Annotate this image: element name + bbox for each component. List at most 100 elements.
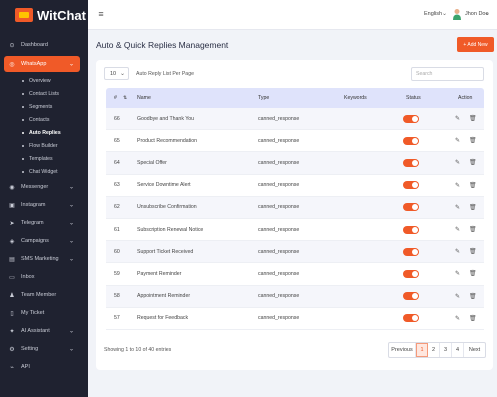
trash-icon[interactable]: 🗑 [469,159,477,166]
sidebar-item-api[interactable]: ⌁ API [0,358,88,376]
sidebar-item-label: Setting [21,346,39,352]
avatar[interactable] [452,8,462,20]
entries-info: Showing 1 to 10 of 40 entries [104,347,172,353]
sort-icon[interactable]: ⇅ [123,95,127,101]
chevron-down-icon: ⌄ [68,346,74,353]
per-page-select[interactable]: 10 ⌄ [104,67,129,80]
brand[interactable]: WitChat [0,0,88,30]
sidebar-subitem-flow-builder[interactable]: Flow Builder [0,139,88,152]
sidebar-subitem-segments[interactable]: Segments [0,100,88,113]
sms-icon: ▤ [9,256,15,263]
sidebar-subitem-overview[interactable]: Overview [0,74,88,87]
sidebar-item-ai-assistant[interactable]: ✦ AI Assistant ⌄ [0,322,88,340]
sidebar-subitem-auto-replies[interactable]: Auto Replies [0,126,88,139]
sidebar-item-my-ticket[interactable]: ▯ My Ticket [0,304,88,322]
trash-icon[interactable]: 🗑 [469,115,477,122]
trash-icon[interactable]: 🗑 [469,226,477,233]
add-new-button[interactable]: + Add New [457,37,494,52]
sidebar-item-team-member[interactable]: ♟ Team Member [0,286,88,304]
header-num[interactable]: # [114,95,117,101]
row-type: canned_response [258,204,300,211]
trash-icon[interactable]: 🗑 [469,315,477,322]
page-button-4[interactable]: 4 [452,343,464,357]
sidebar-item-campaigns[interactable]: ◈ Campaigns ⌄ [0,232,88,250]
prev-page-button[interactable]: Previous [389,343,416,357]
status-toggle[interactable] [403,114,419,123]
menu-toggle-icon[interactable]: ≡ [96,9,106,19]
edit-icon[interactable]: ✎ [455,248,460,255]
witchat-logo-icon [15,8,33,22]
status-toggle[interactable] [403,158,419,167]
edit-icon[interactable]: ✎ [455,226,460,233]
page-button-1[interactable]: 1 [416,343,428,357]
sidebar-item-inbox[interactable]: ▭ Inbox [0,268,88,286]
row-type: canned_response [258,182,300,189]
sidebar-subitem-contact-lists[interactable]: Contact Lists [0,87,88,100]
row-name: Payment Reminder [137,270,182,277]
sidebar-subitem-label: Segments [29,103,53,110]
trash-icon[interactable]: 🗑 [469,248,477,255]
sidebar-subitem-chat-widget[interactable]: Chat Widget [0,165,88,178]
search-input[interactable] [411,67,484,81]
telegram-icon: ➤ [9,220,15,227]
per-page-value: 10 [110,70,117,77]
row-id: 57 [114,315,120,322]
status-toggle[interactable] [403,136,419,145]
sidebar-subitem-label: Auto Replies [29,129,61,136]
sidebar-item-dashboard[interactable]: ⊙ Dashboard [0,36,88,54]
edit-icon[interactable]: ✎ [455,137,460,144]
edit-icon[interactable]: ✎ [455,115,460,122]
sidebar-item-label: Team Member [21,292,57,298]
edit-icon[interactable]: ✎ [455,182,460,189]
header-type[interactable]: Type [258,95,269,101]
trash-icon[interactable]: 🗑 [469,137,477,144]
sidebar-subitem-contacts[interactable]: Contacts [0,113,88,126]
row-id: 66 [114,115,120,122]
edit-icon[interactable]: ✎ [455,293,460,300]
sidebar-item-sms-marketing[interactable]: ▤ SMS Marketing ⌄ [0,250,88,268]
chevron-down-icon[interactable]: ⌄ [485,10,490,17]
edit-icon[interactable]: ✎ [455,270,460,277]
row-name: Goodbye and Thank You [137,115,195,122]
page-button-2[interactable]: 2 [428,343,440,357]
sidebar-item-whatsapp[interactable]: ◎ WhatsApp ⌄ [4,56,80,72]
row-type: canned_response [258,248,300,255]
chevron-down-icon: ⌄ [119,71,125,77]
status-toggle[interactable] [403,292,419,301]
status-toggle[interactable] [403,269,419,278]
chevron-down-icon[interactable]: ⌄ [442,10,447,17]
sidebar-item-instagram[interactable]: ▣ Instagram ⌄ [0,196,88,214]
sidebar: WitChat ⊙ Dashboard ◎ WhatsApp ⌄ Overview Cont… [0,0,88,397]
header-status[interactable]: Status [406,95,421,101]
table-row: 57 Request for Feedback canned_response ✎ 🗑 [106,308,484,330]
trash-icon[interactable]: 🗑 [469,204,477,211]
status-toggle[interactable] [403,247,419,256]
next-page-button[interactable]: Next [464,343,485,357]
header-keywords[interactable]: Keywords [344,95,367,101]
edit-icon[interactable]: ✎ [455,204,460,211]
table-row: 64 Special Offer canned_response ✎ 🗑 [106,152,484,175]
page-button-3[interactable]: 3 [440,343,452,357]
edit-icon[interactable]: ✎ [455,315,460,322]
status-toggle[interactable] [403,225,419,234]
trash-icon[interactable]: 🗑 [469,293,477,300]
table-row: 58 Appointment Reminder canned_response ✎ 🗑 [106,285,484,308]
sidebar-item-setting[interactable]: ⚙ Setting ⌄ [0,340,88,358]
sidebar-subitem-templates[interactable]: Templates [0,152,88,165]
header-name[interactable]: Name [137,95,151,101]
trash-icon[interactable]: 🗑 [469,270,477,277]
status-toggle[interactable] [403,314,419,323]
status-toggle[interactable] [403,181,419,190]
language-selector[interactable]: English [424,11,442,17]
sidebar-item-messenger[interactable]: ◉ Messenger ⌄ [0,178,88,196]
sidebar-subitem-label: Flow Builder [29,142,58,149]
sidebar-item-label: SMS Marketing [21,256,59,262]
trash-icon[interactable]: 🗑 [469,182,477,189]
status-toggle[interactable] [403,203,419,212]
edit-icon[interactable]: ✎ [455,159,460,166]
sidebar-item-telegram[interactable]: ➤ Telegram ⌄ [0,214,88,232]
table-row: 62 Unsubscribe Confirmation canned_respons… [106,196,484,219]
chevron-down-icon: ⌄ [68,238,74,245]
sidebar-subitem-label: Chat Widget [29,168,58,175]
page-title: Auto & Quick Replies Management [96,40,229,50]
